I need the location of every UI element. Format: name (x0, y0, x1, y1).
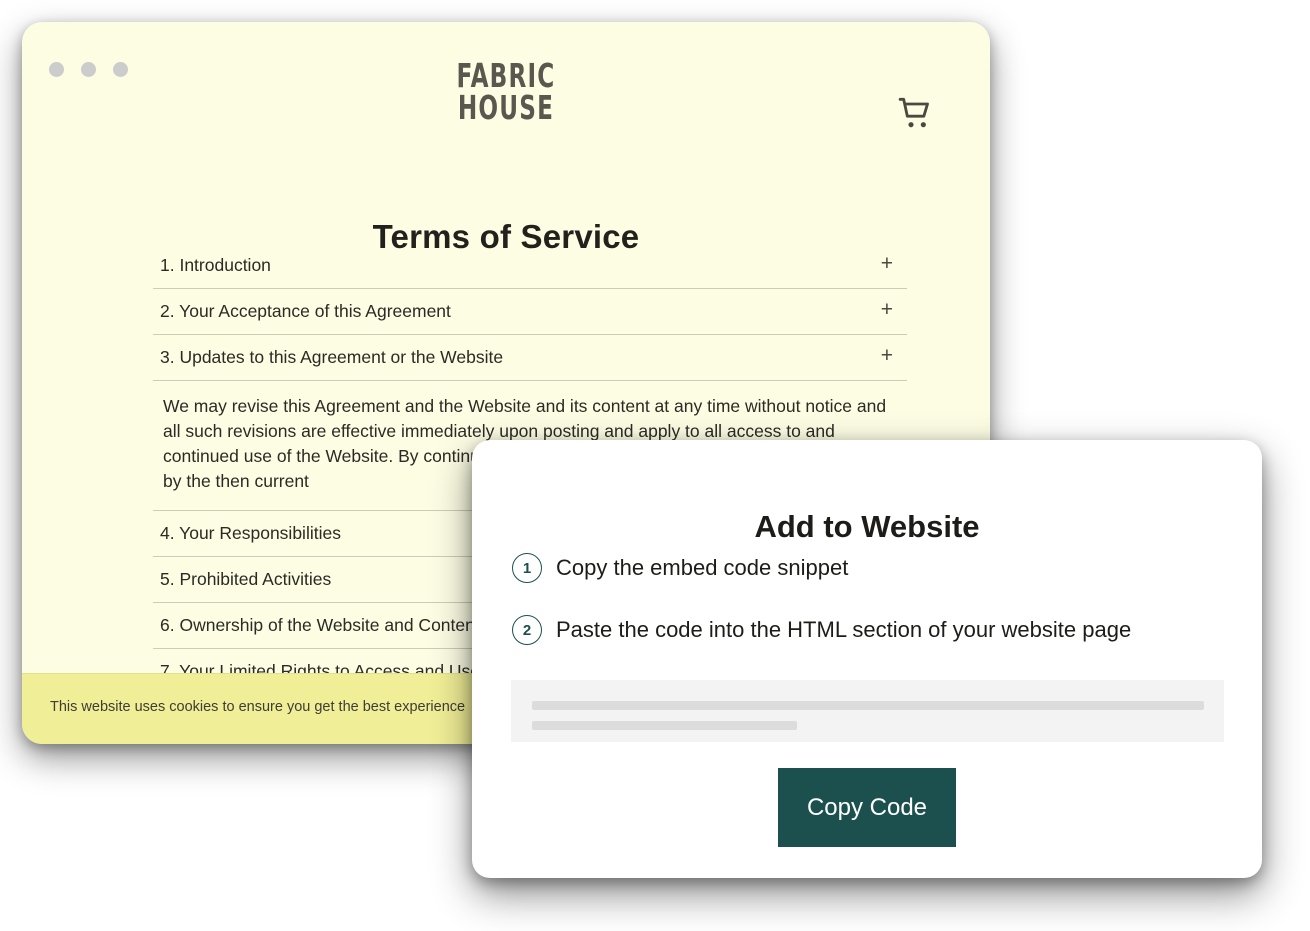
site-header: FABRIC HOUSE (22, 22, 990, 172)
step-2-text: Paste the code into the HTML section of … (556, 617, 1132, 642)
brand-logo[interactable]: FABRIC HOUSE (128, 59, 883, 127)
add-to-website-modal: Add to Website 1 Copy the embed code sni… (472, 440, 1262, 878)
plus-icon[interactable]: + (881, 344, 893, 368)
accordion-item-1[interactable]: 1. Introduction + (153, 243, 907, 289)
step-1-row: 1 Copy the embed code snippet (512, 553, 848, 583)
step-1-number-badge: 1 (512, 553, 542, 583)
step-1-text: Copy the embed code snippet (556, 555, 849, 580)
plus-icon[interactable]: + (881, 298, 893, 322)
accordion-item-label: 2. Your Acceptance of this Agreement (160, 301, 451, 321)
code-skeleton-line-2 (532, 721, 797, 730)
plus-icon[interactable]: + (881, 252, 893, 276)
copy-code-button[interactable]: Copy Code (778, 768, 956, 847)
brand-logo-line-2: HOUSE (457, 88, 555, 127)
accordion-item-label: 1. Introduction (160, 255, 271, 275)
accordion-item-label: 5. Prohibited Activities (160, 569, 332, 589)
accordion-item-label: 4. Your Responsibilities (160, 523, 341, 543)
step-2-row: 2 Paste the code into the HTML section o… (512, 615, 1131, 645)
accordion-item-label: 6. Ownership of the Website and Content (160, 615, 480, 635)
shopping-cart-icon[interactable] (896, 94, 936, 134)
accordion-item-label: 3. Updates to this Agreement or the Webs… (160, 347, 504, 367)
embed-code-panel[interactable] (511, 680, 1224, 742)
modal-title: Add to Website (754, 508, 980, 544)
cookie-banner-text: This website uses cookies to ensure you … (50, 699, 466, 715)
accordion-item-2[interactable]: 2. Your Acceptance of this Agreement + (153, 289, 907, 335)
code-skeleton-line-1 (532, 701, 1204, 710)
accordion-item-3[interactable]: 3. Updates to this Agreement or the Webs… (153, 335, 907, 381)
step-2-number-badge: 2 (512, 615, 542, 645)
